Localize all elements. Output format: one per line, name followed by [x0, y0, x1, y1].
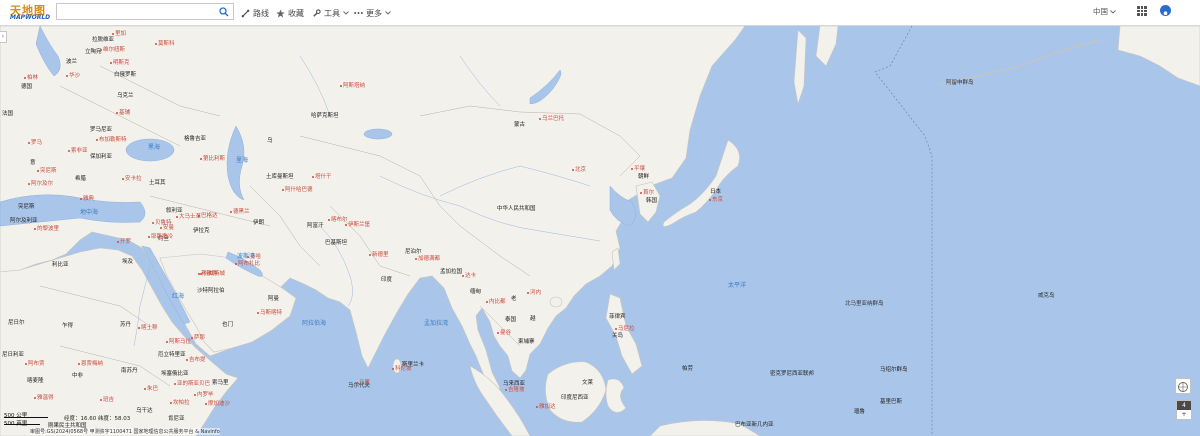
map-canvas[interactable]	[0, 26, 1200, 436]
scale-bar: 500 公里 500 英里	[4, 411, 48, 427]
user-avatar-icon[interactable]	[1160, 5, 1171, 18]
route-button[interactable]: 路线	[241, 6, 269, 20]
region-selector[interactable]: 中国	[1093, 6, 1116, 17]
copyright-footer: 审图号:GS(2024)0568号 甲测资字1100471 国家地理信息公共服务…	[30, 428, 220, 435]
compass-button[interactable]	[1175, 378, 1191, 394]
apps-grid-icon[interactable]	[1137, 6, 1147, 16]
zoom-level-value: 4	[1177, 401, 1191, 410]
chevron-down-icon	[385, 11, 391, 15]
sri-lanka-landmass	[392, 358, 402, 374]
scale-mile-label: 500 英里	[4, 419, 27, 427]
scale-mile-line	[4, 424, 40, 425]
favorites-label: 收藏	[288, 8, 304, 18]
sidebar-toggle[interactable]: ›	[0, 31, 7, 43]
top-toolbar: 天地图 MAPWORLD 路线 收藏 工具 更多 中国	[0, 0, 1200, 26]
globe-icon	[1178, 382, 1188, 392]
logo[interactable]: 天地图 MAPWORLD	[8, 2, 51, 22]
tools-label: 工具	[324, 8, 340, 18]
chevron-down-icon	[343, 11, 349, 15]
lake-balkhash	[363, 128, 393, 140]
scale-km-line	[4, 417, 48, 418]
star-icon	[276, 8, 285, 17]
favorites-button[interactable]: 收藏	[276, 6, 304, 20]
person-icon	[1162, 11, 1169, 18]
route-label: 路线	[253, 8, 269, 18]
search-icon	[219, 7, 229, 17]
search-input[interactable]	[56, 3, 216, 20]
black-sea-water	[125, 138, 175, 162]
more-dots-icon	[354, 12, 363, 14]
more-menu[interactable]: 更多	[354, 6, 391, 20]
map-app: 天地图 MAPWORLD 路线 收藏 工具 更多 中国 中华人民共和国 蒙古 哈…	[0, 0, 1200, 436]
chevron-down-icon	[1110, 9, 1116, 14]
wrench-icon	[313, 8, 321, 17]
zoom-in-button[interactable]: +	[1177, 410, 1191, 419]
logo-en-text: MAPWORLD	[10, 14, 51, 21]
tools-menu[interactable]: 工具	[312, 6, 349, 20]
hainan-landmass	[549, 296, 563, 308]
region-label: 中国	[1093, 7, 1108, 16]
more-label: 更多	[366, 8, 382, 18]
zoom-control[interactable]: 4 +	[1176, 400, 1192, 420]
coordinates-readout: 经度：16.60 纬度：58.03	[64, 416, 131, 422]
search-button[interactable]	[215, 3, 234, 20]
route-icon	[241, 9, 250, 17]
